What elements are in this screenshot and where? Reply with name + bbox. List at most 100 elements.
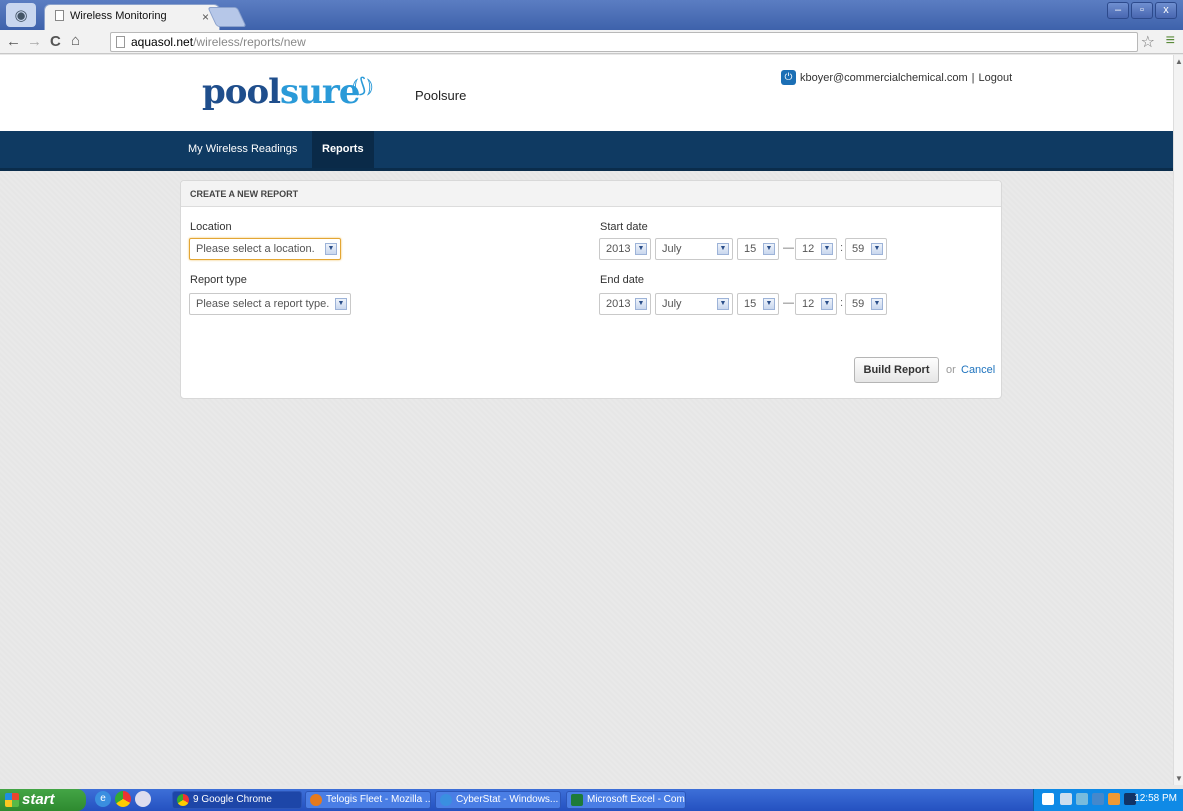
- start-year-value: 2013: [606, 243, 631, 255]
- page-viewport: poolsure ⦅⟆⦆ Poolsure ⏻ kboyer@commercia…: [0, 55, 1173, 785]
- end-colon: :: [840, 297, 844, 309]
- end-minute-select[interactable]: 59 ▼: [845, 293, 887, 315]
- end-day-select[interactable]: 15 ▼: [737, 293, 779, 315]
- scroll-up-icon[interactable]: ▲: [1175, 57, 1183, 66]
- end-day-value: 15: [744, 298, 757, 310]
- chevron-down-icon: ▼: [325, 243, 337, 255]
- help-icon[interactable]: [1042, 793, 1054, 805]
- tray-app-icon[interactable]: [1108, 793, 1120, 805]
- start-month-select[interactable]: July ▼: [655, 238, 733, 260]
- panel-title: CREATE A NEW REPORT: [181, 181, 1001, 207]
- task-label: 9 Google Chrome: [193, 794, 272, 805]
- task-label: CyberStat - Windows...: [456, 794, 559, 805]
- start-hour-value: 12: [802, 243, 815, 255]
- nav-reports[interactable]: Reports: [312, 131, 374, 168]
- report-type-value: Please select a report type.: [196, 298, 330, 310]
- end-year-value: 2013: [606, 298, 631, 310]
- window-controls: – ▫ x: [1107, 2, 1177, 19]
- site-header: poolsure ⦅⟆⦆ Poolsure ⏻ kboyer@commercia…: [0, 55, 1173, 131]
- or-text: or: [946, 364, 956, 376]
- excel-icon: [571, 794, 583, 806]
- start-date-label: Start date: [600, 221, 648, 233]
- end-date-label: End date: [600, 274, 645, 286]
- chevron-down-icon: ▼: [821, 243, 833, 255]
- location-select[interactable]: Please select a location. ▼: [189, 238, 341, 260]
- tab-title: Wireless Monitoring: [70, 10, 167, 22]
- task-microsoft-excel[interactable]: Microsoft Excel - Com...: [566, 791, 686, 809]
- start-colon: :: [840, 242, 844, 254]
- logout-link[interactable]: Logout: [979, 72, 1013, 84]
- start-button[interactable]: start: [0, 789, 86, 811]
- windows-taskbar: start e 9 Google Chrome Telogis Fleet - …: [0, 789, 1183, 811]
- browser-tabstrip: ◉ Wireless Monitoring × – ▫ x: [0, 0, 1183, 30]
- end-hour-value: 12: [802, 298, 815, 310]
- taskbar-clock: 12:58 PM: [1134, 793, 1177, 804]
- report-type-label: Report type: [190, 274, 247, 286]
- volume-icon[interactable]: [1076, 793, 1088, 805]
- address-bar[interactable]: aquasol.net/wireless/reports/new: [110, 32, 1138, 52]
- reload-icon[interactable]: C: [50, 32, 61, 52]
- bookmark-star-icon[interactable]: ☆: [1141, 32, 1155, 52]
- main-nav: My Wireless Readings Reports: [0, 131, 1173, 171]
- report-type-select[interactable]: Please select a report type. ▼: [189, 293, 351, 315]
- page-scrollbar[interactable]: ▲ ▼: [1173, 55, 1183, 785]
- tab-close-icon[interactable]: ×: [202, 10, 209, 24]
- end-year-select[interactable]: 2013 ▼: [599, 293, 651, 315]
- chevron-down-icon: ▼: [717, 298, 729, 310]
- network-icon[interactable]: [1060, 793, 1072, 805]
- start-minute-select[interactable]: 59 ▼: [845, 238, 887, 260]
- end-minute-value: 59: [852, 298, 865, 310]
- home-icon[interactable]: ⌂: [71, 31, 80, 51]
- chevron-down-icon: ▼: [871, 243, 883, 255]
- browser-tab[interactable]: Wireless Monitoring ×: [44, 4, 220, 30]
- firefox-icon: [310, 794, 322, 806]
- create-report-panel: CREATE A NEW REPORT Location Please sele…: [180, 180, 1002, 399]
- location-label: Location: [190, 221, 232, 233]
- end-month-select[interactable]: July ▼: [655, 293, 733, 315]
- task-cyberstat[interactable]: CyberStat - Windows...: [435, 791, 561, 809]
- end-month-value: July: [662, 298, 682, 310]
- chevron-down-icon: ▼: [763, 243, 775, 255]
- start-year-select[interactable]: 2013 ▼: [599, 238, 651, 260]
- chrome-menu-icon[interactable]: ≡: [1166, 32, 1175, 50]
- user-area: ⏻ kboyer@commercialchemical.com | Logout: [781, 70, 1012, 85]
- start-hour-select[interactable]: 12 ▼: [795, 238, 837, 260]
- end-hour-select[interactable]: 12 ▼: [795, 293, 837, 315]
- restore-button[interactable]: ▫: [1131, 2, 1153, 19]
- tray-app-icon[interactable]: [1092, 793, 1104, 805]
- app-icon[interactable]: [135, 791, 151, 807]
- minimize-button[interactable]: –: [1107, 2, 1129, 19]
- browser-toolbar: ← → C ⌂ aquasol.net/wireless/reports/new…: [0, 30, 1183, 54]
- system-tray: 12:58 PM: [1033, 789, 1183, 811]
- start-minute-value: 59: [852, 243, 865, 255]
- close-window-button[interactable]: x: [1155, 2, 1177, 19]
- task-telogis-fleet[interactable]: Telogis Fleet - Mozilla ...: [305, 791, 431, 809]
- page-icon: [116, 36, 125, 48]
- chevron-down-icon: ▼: [635, 243, 647, 255]
- chevron-down-icon: ▼: [717, 243, 729, 255]
- ie-icon[interactable]: e: [95, 791, 111, 807]
- chevron-down-icon: ▼: [335, 298, 347, 310]
- chrome-icon[interactable]: [115, 791, 131, 807]
- url-path: /wireless/reports/new: [193, 35, 306, 49]
- task-label: Microsoft Excel - Com...: [587, 794, 686, 805]
- nav-my-wireless-readings[interactable]: My Wireless Readings: [178, 131, 307, 168]
- start-day-select[interactable]: 15 ▼: [737, 238, 779, 260]
- poolsure-logo[interactable]: poolsure: [202, 72, 360, 112]
- scroll-down-icon[interactable]: ▼: [1175, 774, 1183, 783]
- windows-logo-icon: [5, 793, 19, 807]
- end-dash: —: [783, 297, 794, 309]
- cancel-link[interactable]: Cancel: [961, 364, 995, 376]
- chrome-icon: [177, 794, 189, 806]
- back-icon[interactable]: ←: [6, 32, 21, 52]
- start-day-value: 15: [744, 243, 757, 255]
- chevron-down-icon: ▼: [635, 298, 647, 310]
- build-report-button[interactable]: Build Report: [854, 357, 939, 383]
- forward-icon[interactable]: →: [27, 32, 42, 52]
- page-icon: [55, 10, 64, 21]
- start-dash: —: [783, 242, 794, 254]
- task-google-chrome[interactable]: 9 Google Chrome: [172, 791, 302, 809]
- user-email[interactable]: kboyer@commercialchemical.com: [800, 72, 968, 84]
- location-value: Please select a location.: [196, 243, 315, 255]
- url-host: aquasol.net: [131, 35, 194, 49]
